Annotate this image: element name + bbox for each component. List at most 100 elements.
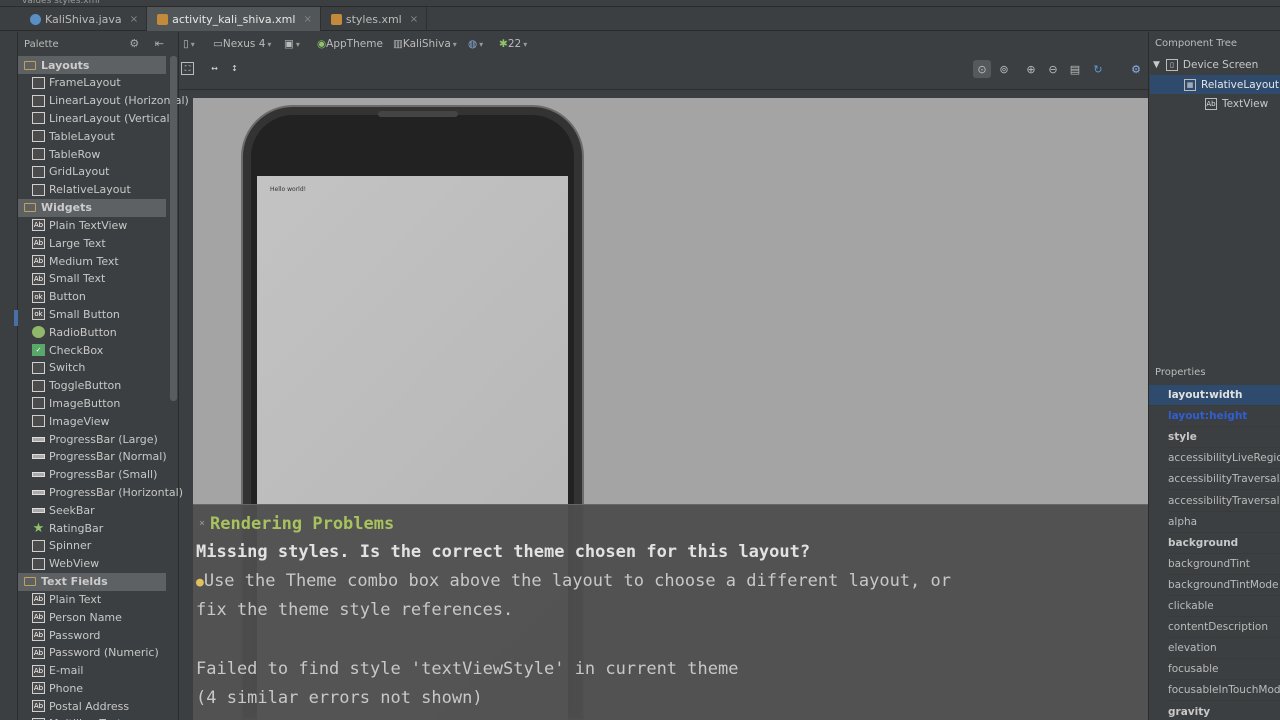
palette-item-linearlayout-horizontal[interactable]: LinearLayout (Horizontal) [18,92,189,110]
property-row-accessibilityliveregion[interactable]: accessibilityLiveRegion [1168,448,1280,470]
orientation-dropdown[interactable]: ▣ ▾ [284,38,300,50]
palette-item-plain-text[interactable]: Ab Plain Text [18,591,178,609]
property-row-accessibilitytraversalbefore[interactable]: accessibilityTraversalBefore [1168,491,1280,512]
palette-item-medium-text[interactable]: Ab Medium Text [18,252,178,270]
palette-item-progressbar-horizontal[interactable]: ProgressBar (Horizontal) [18,484,183,502]
zoom-in-icon[interactable]: ⊕ [1022,60,1040,78]
property-row-backgroundtint[interactable]: backgroundTint [1168,554,1280,575]
property-row-accessibilitytraversalafter[interactable]: accessibilityTraversalAfter [1168,469,1280,491]
zoom-to-fit-icon[interactable]: ⛶ [181,62,194,75]
palette-item-postal-address[interactable]: Ab Postal Address [18,697,178,715]
activity-icon: ▥ [393,38,403,50]
close-tab-icon[interactable]: × [303,14,311,25]
palette-item-large-text[interactable]: Ab Large Text [18,234,178,252]
palette-item-password-numeric[interactable]: Ab Password (Numeric) [18,644,178,662]
expand-vertical-icon[interactable]: ↕ [228,62,241,75]
api-level-dropdown[interactable]: ✱ 22 ▾ [499,38,527,50]
palette-category-layouts[interactable]: Layouts [18,56,166,74]
zoom-out-icon[interactable]: ⊖ [1044,60,1062,78]
screenshot-icon[interactable]: ▤ [1066,60,1084,78]
property-row-layout-width[interactable]: layout:width [1149,385,1280,406]
zoom-actual-icon[interactable]: ⊙ [973,60,991,78]
widget-icon [32,148,45,161]
tree-node-relativelayout[interactable]: ▦ RelativeLayout [1150,75,1280,94]
palette-item-e-mail[interactable]: Ab E-mail [18,662,178,680]
palette-item-progressbar-small[interactable]: ProgressBar (Small) [18,466,178,484]
refresh-icon[interactable]: ↻ [1089,60,1107,78]
tab-styles-xml[interactable]: styles.xml × [321,7,428,31]
close-tab-icon[interactable]: × [410,14,418,25]
tab-kalishiva-java[interactable]: KaliShiva.java × [20,7,148,31]
palette-item-framelayout[interactable]: FrameLayout [18,74,178,92]
close-tab-icon[interactable]: × [130,14,138,25]
settings-gear-icon[interactable]: ⚙ [1127,60,1145,78]
property-row-backgroundtintmode[interactable]: backgroundTintMode [1168,575,1280,596]
palette-item-gridlayout[interactable]: GridLayout [18,163,178,181]
palette-settings-icon[interactable]: ⚙ ⇤ [129,37,170,50]
property-row-clickable[interactable]: clickable [1168,596,1280,617]
tree-node-textview[interactable]: Ab TextView [1205,94,1268,113]
palette-item-imagebutton[interactable]: ImageButton [18,395,178,413]
palette-item-label: LinearLayout (Horizontal) [49,94,189,108]
property-row-contentdescription[interactable]: contentDescription [1168,617,1280,639]
palette-item-checkbox[interactable]: ✓ CheckBox [18,341,178,359]
palette-item-person-name[interactable]: Ab Person Name [18,608,178,626]
property-row-focusableintouchmode[interactable]: focusableInTouchMode [1168,680,1280,702]
property-name: layout:width [1168,389,1243,401]
palette-scrollbar[interactable] [170,56,177,401]
palette-item-seekbar[interactable]: SeekBar [18,501,178,519]
property-row-gravity[interactable]: ▶ gravity [1168,702,1280,720]
property-row-style[interactable]: style [1168,427,1280,449]
palette-category-text-fields[interactable]: Text Fields [18,572,166,591]
palette-item-phone[interactable]: Ab Phone [18,680,178,698]
globe-icon: ◍ [468,38,478,50]
activity-dropdown[interactable]: ▥ KaliShiva ▾ [393,38,457,50]
property-name: alpha [1168,515,1198,528]
property-name: gravity [1168,705,1211,718]
tree-node-device-screen[interactable]: ▼ ▯ Device Screen [1153,55,1258,74]
zoom-fit-icon[interactable]: ⊚ [995,60,1013,78]
palette-item-tablerow[interactable]: TableRow [18,145,178,163]
palette-item-password[interactable]: Ab Password [18,626,178,644]
palette-item-relativelayout[interactable]: RelativeLayout [18,181,178,199]
palette-item-plain-textview[interactable]: Ab Plain TextView [18,217,178,235]
palette-item-webview[interactable]: WebView [18,555,178,573]
palette-item-label: Medium Text [49,254,119,268]
widget-icon: Ab [32,629,45,641]
widget-icon [32,507,45,513]
palette-item-togglebutton[interactable]: ToggleButton [18,377,178,395]
palette-item-spinner[interactable]: Spinner [18,537,178,555]
palette-category-widgets[interactable]: Widgets [18,198,166,217]
palette-item-multiline-text[interactable]: AbMultiline Text [18,715,178,720]
palette-item-small-text[interactable]: Ab Small Text [18,270,178,288]
tab-activity-xml[interactable]: activity_kali_shiva.xml × [147,7,321,31]
theme-dropdown[interactable]: ◉ AppTheme [317,38,383,50]
palette-item-radiobutton[interactable]: RadioButton [18,323,178,341]
widget-icon: Ab [32,682,45,695]
palette-item-ratingbar[interactable]: ★ RatingBar [18,519,178,537]
collapse-arrow-icon[interactable]: ▼ [1153,60,1160,70]
palette-item-small-button[interactable]: ok Small Button [18,306,178,324]
palette-item-progressbar-large[interactable]: ProgressBar (Large) [18,430,178,448]
close-problems-icon[interactable]: × [199,518,205,529]
property-row-focusable[interactable]: focusable [1168,659,1280,681]
palette-item-tablelayout[interactable]: TableLayout [18,127,178,145]
expand-horizontal-icon[interactable]: ↔ [208,62,221,75]
property-row-background[interactable]: background [1168,533,1280,554]
property-row-alpha[interactable]: alpha [1168,512,1280,533]
layout-file-dropdown[interactable]: ▯ ▾ [183,38,195,50]
property-name: accessibilityLiveRegion [1168,452,1280,465]
hello-world-textview[interactable]: Hello world! [270,186,306,193]
property-row-elevation[interactable]: elevation [1168,638,1280,660]
palette-item-label: Small Button [49,307,120,321]
palette-item-linearlayout-vertical[interactable]: LinearLayout (Vertical) [18,110,178,128]
palette-item-progressbar-normal[interactable]: ProgressBar (Normal) [18,448,178,466]
palette-item-imageview[interactable]: ImageView [18,412,178,430]
problems-error-count: (4 similar errors not shown) [196,688,483,708]
property-row-layout-height[interactable]: layout:height [1168,406,1280,428]
device-dropdown[interactable]: ▭ Nexus 4 ▾ [213,38,271,50]
tab-label: KaliShiva.java [45,12,122,26]
palette-item-button[interactable]: ok Button [18,288,178,306]
locale-dropdown[interactable]: ◍ ▾ [468,38,483,50]
palette-item-switch[interactable]: Switch [18,359,178,377]
